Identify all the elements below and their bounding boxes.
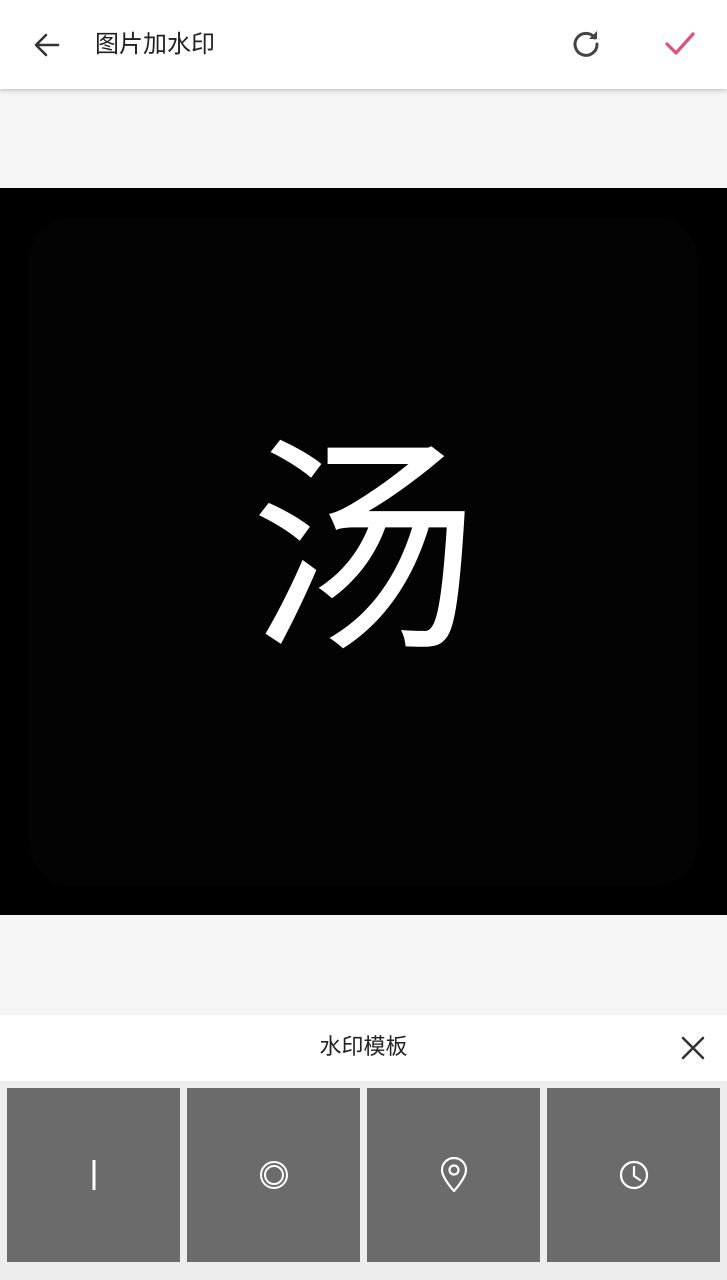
panel-title: 水印模板 xyxy=(319,1035,408,1060)
panel-header: 水印模板 xyxy=(0,1015,727,1081)
watermark-template-panel: 水印模板 xyxy=(0,1015,727,1280)
close-panel-button[interactable] xyxy=(670,1025,716,1071)
template-location[interactable] xyxy=(367,1088,540,1262)
page-title: 图片加水印 xyxy=(95,30,215,58)
template-time[interactable] xyxy=(547,1088,720,1262)
photo-glyph: 汤 xyxy=(248,417,479,685)
clock-icon xyxy=(619,1160,648,1190)
template-text[interactable] xyxy=(7,1088,180,1262)
canvas-area: 汤 xyxy=(0,89,727,1015)
template-strip xyxy=(0,1081,727,1280)
check-icon xyxy=(665,32,695,55)
location-pin-icon xyxy=(440,1157,467,1193)
app-bar: 图片加水印 xyxy=(0,0,727,89)
refresh-icon xyxy=(573,31,599,57)
watermark-photo[interactable]: 汤 xyxy=(0,188,727,915)
close-icon xyxy=(681,1036,705,1060)
confirm-button[interactable] xyxy=(655,18,705,68)
text-cursor-icon xyxy=(92,1160,95,1190)
template-circle[interactable] xyxy=(187,1088,360,1262)
back-button[interactable] xyxy=(22,20,72,70)
arrow-left-icon xyxy=(34,33,60,57)
refresh-button[interactable] xyxy=(561,18,611,68)
circle-ring-icon xyxy=(259,1161,288,1189)
